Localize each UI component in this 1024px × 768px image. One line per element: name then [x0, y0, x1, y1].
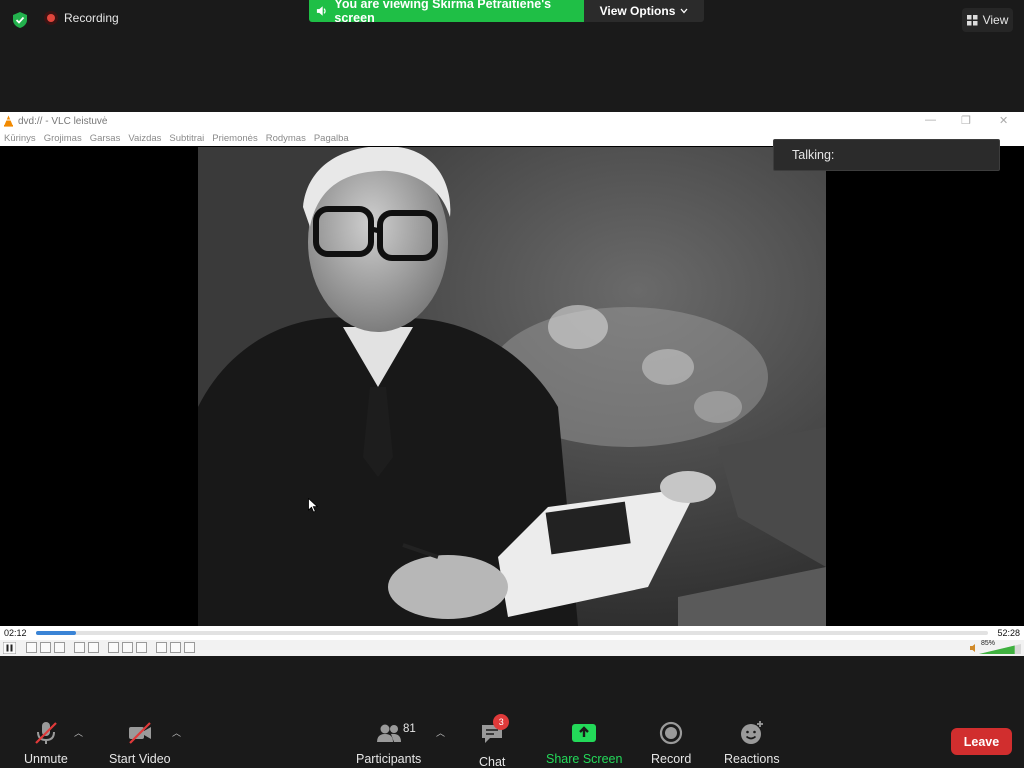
view-button-label: View	[982, 13, 1009, 27]
vlc-window-title: dvd:// - VLC leistuvė	[18, 115, 108, 127]
viewing-screen-banner: You are viewing Skirma Petraitienė's scr…	[309, 0, 584, 25]
chat-button[interactable]: 3 Chat	[479, 714, 510, 768]
seek-track[interactable]	[36, 631, 988, 635]
volume-slider[interactable]	[970, 641, 1022, 655]
vlc-seek-bar: 02:12 52:28	[0, 626, 1024, 640]
menu-garsas[interactable]: Garsas	[90, 133, 121, 144]
participants-count: 81	[403, 723, 416, 735]
audio-options-chevron-icon[interactable]: ︿	[74, 726, 83, 739]
menu-subtitrai[interactable]: Subtitrai	[169, 133, 204, 144]
leave-button[interactable]: Leave	[951, 728, 1012, 755]
frame-forward-icon[interactable]	[170, 642, 181, 653]
menu-kurinys[interactable]: Kūrinys	[4, 133, 36, 144]
participants-options-chevron-icon[interactable]: ︿	[436, 726, 445, 739]
reactions-button[interactable]: Reactions	[724, 720, 780, 766]
recording-indicator[interactable]: Recording	[44, 11, 119, 25]
record-label: Record	[651, 752, 692, 766]
reactions-smiley-icon	[740, 721, 763, 744]
vlc-cone-icon	[4, 115, 13, 127]
time-elapsed: 02:12	[4, 628, 27, 638]
menu-vaizdas[interactable]: Vaizdas	[128, 133, 161, 144]
volume-label: 85%	[981, 640, 996, 647]
participants-label: Participants	[356, 752, 422, 766]
menu-rodymas[interactable]: Rodymas	[266, 133, 306, 144]
minimize-icon[interactable]: —	[925, 114, 936, 126]
vlc-player-window: dvd:// - VLC leistuvė — ❐ ✕ Kūrinys Groj…	[0, 112, 1024, 656]
record-disc-icon[interactable]	[184, 642, 195, 653]
record-icon	[660, 721, 683, 745]
fullscreen-icon[interactable]	[74, 642, 85, 653]
frame-back-icon[interactable]	[156, 642, 167, 653]
start-video-button[interactable]: Start Video	[109, 720, 171, 766]
start-video-label: Start Video	[109, 752, 171, 766]
recording-label: Recording	[64, 11, 119, 25]
loop-icon[interactable]	[122, 642, 133, 653]
restore-icon[interactable]: ❐	[961, 114, 971, 127]
meeting-toolbar: Unmute ︿ Start Video ︿ Participants 81 ︿	[0, 700, 1024, 768]
share-screen-icon	[572, 724, 597, 742]
top-bar: Recording You are viewing Skirma Petrait…	[0, 0, 1024, 40]
chat-label: Chat	[479, 755, 506, 768]
mouse-cursor-icon	[308, 498, 318, 513]
next-icon[interactable]	[54, 642, 65, 653]
share-screen-button[interactable]: Share Screen	[546, 720, 622, 766]
microphone-muted-icon	[35, 722, 57, 744]
camera-off-icon	[128, 722, 151, 744]
video-options-chevron-icon[interactable]: ︿	[172, 726, 181, 739]
unmute-label: Unmute	[24, 752, 68, 766]
speaker-icon	[316, 6, 326, 16]
stop-icon[interactable]	[40, 642, 51, 653]
grid-view-icon	[966, 14, 978, 25]
vlc-title-bar: dvd:// - VLC leistuvė — ❐ ✕	[0, 112, 1024, 130]
chevron-down-icon	[680, 8, 688, 14]
record-button[interactable]: Record	[651, 720, 691, 766]
share-screen-label: Share Screen	[546, 752, 623, 766]
time-total: 52:28	[997, 628, 1020, 638]
leave-label: Leave	[963, 734, 1000, 749]
pause-icon[interactable]	[3, 642, 16, 654]
talking-indicator: Talking:	[773, 139, 1000, 171]
menu-pagalba[interactable]: Pagalba	[314, 133, 349, 144]
zoom-meeting-window: Recording You are viewing Skirma Petrait…	[0, 0, 1024, 768]
reactions-label: Reactions	[724, 752, 780, 766]
view-options-label: View Options	[599, 4, 676, 18]
view-button[interactable]: View	[962, 8, 1013, 32]
video-frame[interactable]	[198, 147, 826, 626]
close-icon[interactable]: ✕	[999, 114, 1008, 127]
extended-settings-icon[interactable]	[88, 642, 99, 653]
view-options-button[interactable]: View Options	[584, 0, 704, 22]
chat-badge: 3	[493, 714, 510, 730]
shuffle-icon[interactable]	[136, 642, 147, 653]
participants-icon	[376, 724, 401, 742]
talking-label: Talking:	[792, 148, 835, 162]
viewing-banner-text: You are viewing Skirma Petraitienė's scr…	[334, 0, 552, 25]
playlist-icon[interactable]	[108, 642, 119, 653]
vlc-controls: 85%	[0, 640, 1024, 656]
shield-check-icon[interactable]	[11, 11, 29, 29]
menu-priemones[interactable]: Priemonės	[212, 133, 257, 144]
volume-icon	[970, 644, 975, 652]
previous-icon[interactable]	[26, 642, 37, 653]
recording-dot-icon	[44, 11, 58, 25]
menu-grojimas[interactable]: Grojimas	[44, 133, 82, 144]
seek-progress-fill	[36, 631, 76, 635]
unmute-button[interactable]: Unmute	[24, 720, 68, 766]
